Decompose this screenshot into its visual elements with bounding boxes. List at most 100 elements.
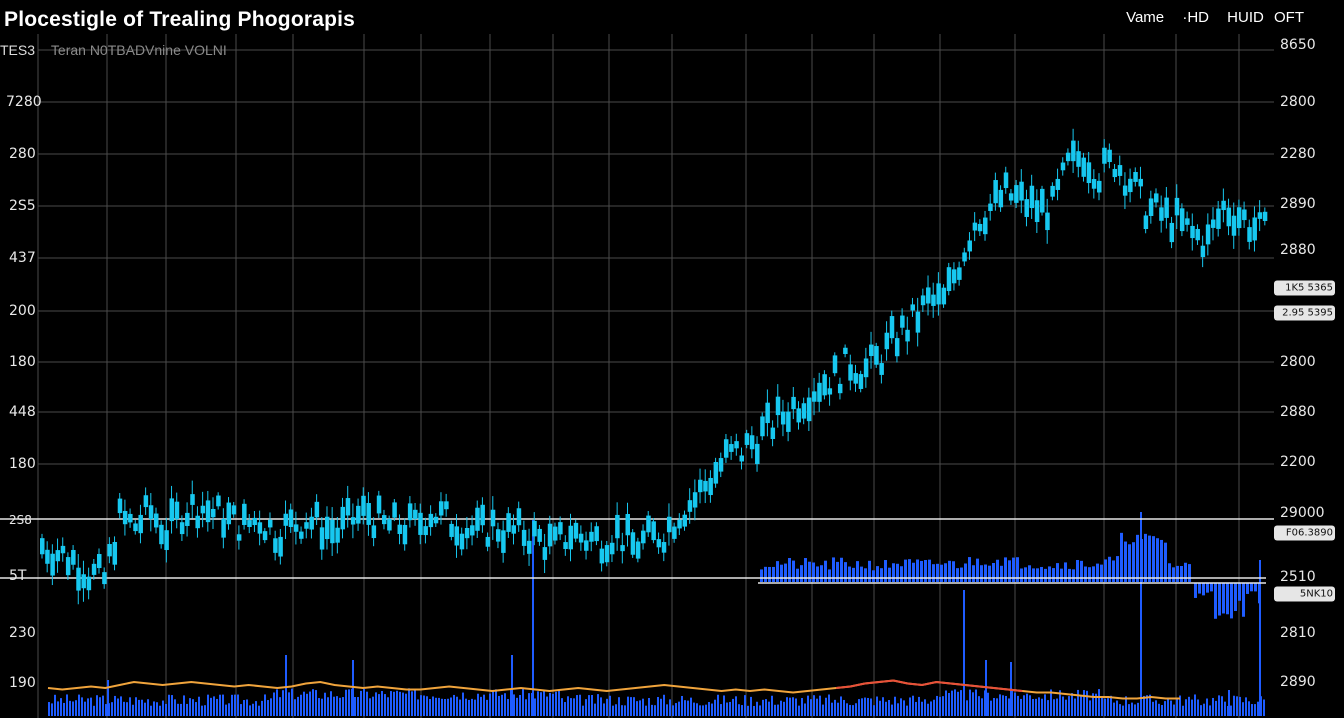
volume-bar: [1038, 697, 1040, 716]
candle: [1252, 217, 1257, 241]
candlestick-chart[interactable]: [0, 0, 1344, 718]
price-tag: 5NK10: [1274, 586, 1335, 602]
volume-bar: [776, 561, 779, 582]
candle: [755, 443, 760, 465]
volume-bar: [868, 560, 871, 582]
volume-bar: [141, 699, 143, 716]
candle: [1154, 193, 1159, 203]
volume-bar: [357, 697, 359, 716]
volume-bar: [888, 700, 890, 716]
volume-bar: [462, 692, 464, 716]
volume-bar: [1083, 690, 1085, 716]
volume-bar: [834, 699, 836, 716]
volume-bar: [540, 692, 542, 716]
volume-bar: [836, 561, 839, 582]
candle: [454, 526, 460, 546]
candle: [335, 527, 340, 543]
volume-bar: [387, 697, 389, 716]
volume-bar: [555, 691, 557, 716]
volume-bar: [932, 564, 935, 582]
candle: [863, 358, 869, 378]
volume-bar: [336, 696, 338, 716]
candle: [216, 495, 221, 507]
volume-bar: [1257, 701, 1259, 716]
volume-bar: [1239, 696, 1241, 716]
y-tick-left: 280: [9, 146, 36, 162]
candle: [102, 572, 107, 585]
candle: [1143, 215, 1149, 230]
volume-bar: [1167, 698, 1169, 716]
candle: [511, 525, 517, 534]
volume-bar: [744, 695, 746, 716]
volume-bar: [585, 699, 587, 716]
volume-bar: [1218, 695, 1220, 716]
volume-bar: [966, 700, 968, 716]
volume-bar: [381, 691, 383, 716]
volume-bar: [1168, 563, 1171, 582]
volume-bar: [858, 699, 860, 716]
volume-bar: [846, 703, 848, 716]
volume-bar: [1089, 700, 1091, 716]
volume-bar: [849, 704, 851, 716]
price-tag-current: 2.95 5395: [1274, 305, 1335, 321]
volume-bar: [1176, 699, 1178, 716]
candle: [905, 329, 910, 342]
volume-bar: [498, 695, 500, 716]
menu-item-hd[interactable]: ·HD: [1182, 9, 1209, 26]
candle: [1076, 151, 1081, 167]
volume-bar: [1068, 696, 1070, 716]
volume-bar: [690, 697, 692, 716]
volume-bar: [812, 562, 815, 582]
volume-bar: [1047, 700, 1049, 716]
candle: [185, 512, 190, 526]
candle: [946, 267, 952, 292]
volume-bar: [465, 698, 467, 716]
volume-bar: [150, 705, 152, 716]
volume-bar: [252, 703, 254, 716]
volume-bar: [980, 565, 983, 582]
volume-bar: [135, 697, 137, 716]
volume-bar: [294, 699, 296, 716]
candle: [889, 316, 895, 339]
volume-bar: [273, 692, 275, 716]
volume-bar: [1080, 560, 1083, 582]
volume-bar: [1206, 698, 1208, 716]
volume-bar: [180, 703, 182, 716]
volume-bar: [1056, 563, 1059, 582]
candle: [371, 525, 377, 539]
volume-bar: [705, 704, 707, 716]
volume-bar: [546, 696, 548, 716]
menu-item-oft[interactable]: OFT: [1274, 9, 1304, 26]
candle: [832, 355, 838, 374]
candle: [1055, 178, 1061, 190]
volume-bar: [246, 699, 248, 716]
volume-bar: [783, 701, 785, 716]
candle: [464, 527, 470, 539]
menu-item-huid[interactable]: HUID: [1227, 9, 1264, 26]
volume-bar: [1242, 702, 1244, 716]
volume-bar: [1023, 695, 1025, 716]
volume-bar: [396, 690, 398, 716]
candle: [646, 515, 651, 533]
volume-bar: [822, 704, 824, 716]
candle: [537, 528, 542, 542]
volume-bar: [174, 699, 176, 716]
volume-bar: [615, 704, 617, 716]
candle: [708, 477, 713, 496]
volume-bar: [288, 692, 290, 716]
volume-bar: [1263, 699, 1265, 716]
candle: [221, 518, 226, 538]
candle: [1122, 185, 1128, 196]
volume-bar: [1041, 698, 1043, 716]
volume-bar: [855, 703, 857, 716]
volume-bar: [51, 703, 53, 716]
volume-bar: [165, 703, 167, 716]
menu-item-vame[interactable]: Vame: [1126, 9, 1164, 26]
candle: [682, 514, 687, 527]
volume-bar: [321, 698, 323, 716]
y-tick-right: 2800: [1280, 354, 1316, 370]
volume-bar: [1072, 569, 1075, 582]
candle: [780, 411, 786, 425]
volume-bar: [249, 705, 251, 716]
candle: [641, 530, 646, 544]
